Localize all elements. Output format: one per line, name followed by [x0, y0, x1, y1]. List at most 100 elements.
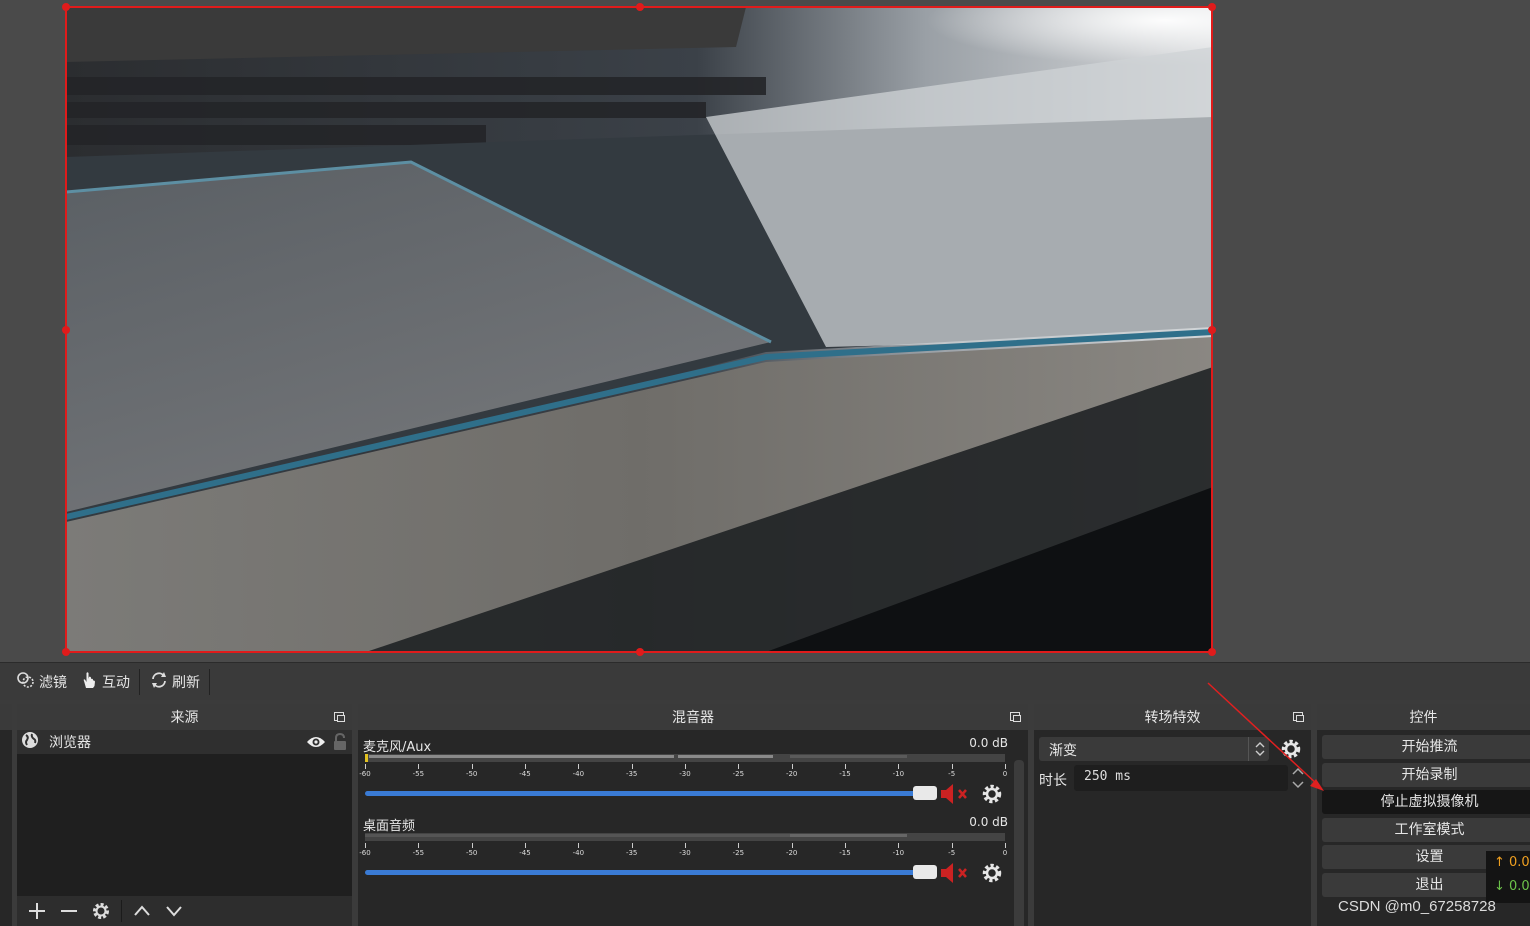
channel-settings-button[interactable]: [981, 862, 1003, 888]
scenes-dock-partial: [0, 704, 12, 926]
watermark-text: CSDN @m0_67258728: [1338, 898, 1496, 915]
gear-icon: [982, 863, 1002, 883]
scale-tick: [845, 843, 846, 848]
scale-tick-label: -30: [679, 849, 691, 857]
refresh-label: 刷新: [172, 674, 200, 691]
scale-tick-label: -40: [572, 849, 585, 857]
start-streaming-button[interactable]: 开始推流: [1322, 735, 1530, 759]
undock-icon[interactable]: [1010, 712, 1021, 722]
scale-tick: [951, 843, 953, 848]
scale-tick: [738, 843, 740, 848]
volume-slider-track[interactable]: [365, 870, 930, 875]
minus-icon: [61, 910, 77, 912]
mixer-channel-mic: 麦克风/Aux 0.0 dB -60 -55 -50 -45 -40 -35 -30 -25-…: [359, 736, 1008, 811]
studio-mode-button[interactable]: 工作室模式: [1322, 818, 1530, 842]
volume-slider-knob[interactable]: [913, 786, 937, 800]
controls-title: 控件: [1409, 710, 1438, 726]
meter-scale: -60 -55 -50 -45 -40 -35 -30 -25 -20 -15 -10 -5 0: [359, 764, 1008, 778]
preview-canvas[interactable]: [0, 0, 1530, 662]
transition-settings-button[interactable]: [1280, 738, 1302, 764]
eye-icon[interactable]: [306, 735, 326, 753]
scale-tick-label: -60: [359, 770, 371, 778]
source-item-browser[interactable]: 浏览器: [17, 730, 352, 754]
chevron-down-icon: [1292, 781, 1304, 789]
scale-tick: [791, 843, 793, 848]
add-source-button[interactable]: [25, 899, 49, 923]
filters-label: 滤镜: [39, 674, 67, 691]
stop-virtual-camera-button[interactable]: 停止虚拟摄像机: [1322, 790, 1530, 814]
undock-icon[interactable]: [334, 712, 345, 722]
lock-icon[interactable]: [332, 732, 348, 755]
sources-dock: 来源 浏览器: [17, 704, 352, 926]
mute-button[interactable]: [940, 862, 972, 888]
scale-tick-label: -50: [465, 770, 478, 778]
chevron-down-icon: [166, 906, 182, 917]
scale-tick-label: -15: [839, 770, 851, 778]
move-source-down-button[interactable]: [162, 899, 186, 923]
volume-slider-knob[interactable]: [913, 865, 937, 879]
filters-button[interactable]: 滤镜: [10, 667, 73, 697]
speaker-muted-icon: [941, 784, 967, 804]
gear-icon: [982, 784, 1002, 804]
scale-tick-label: -35: [625, 770, 638, 778]
scale-tick: [525, 843, 526, 848]
scale-tick: [578, 764, 580, 769]
scale-tick: [845, 764, 846, 769]
scale-tick-label: -35: [625, 849, 638, 857]
upload-rate: ↑ 0.0: [1494, 855, 1530, 870]
sources-list-empty-area[interactable]: [17, 754, 352, 896]
scale-tick-label: -5: [948, 849, 956, 857]
scale-tick: [365, 764, 366, 769]
mixer-title: 混音器: [672, 710, 714, 726]
mixer-dock-title: 混音器: [358, 704, 1028, 730]
refresh-button[interactable]: 刷新: [143, 667, 206, 697]
source-properties-button[interactable]: [89, 899, 113, 923]
scale-tick: [631, 764, 633, 769]
audio-mixer-dock: 混音器 麦克风/Aux 0.0 dB -60 -55 -50 -45 -40 -35 -30…: [358, 704, 1028, 926]
channel-level: 0.0 dB: [969, 736, 1008, 750]
scale-tick: [1005, 764, 1006, 769]
hand-pointer-icon: [79, 670, 99, 694]
select-arrows-icon[interactable]: [1248, 737, 1270, 761]
meter-scale: -60 -55 -50 -45 -40 -35 -30 -25 -20 -15 -10 -5 0: [359, 843, 1007, 857]
duration-decrease-button[interactable]: [1288, 778, 1308, 791]
mixer-scrollbar[interactable]: [1014, 760, 1024, 926]
scale-tick: [738, 764, 740, 769]
scale-tick: [791, 764, 793, 769]
move-source-up-button[interactable]: [130, 899, 154, 923]
scale-tick-label: -5: [948, 770, 956, 778]
source-toolbar: 滤镜 互动 刷新: [0, 662, 1530, 700]
interact-button[interactable]: 互动: [73, 667, 136, 697]
channel-settings-button[interactable]: [981, 783, 1003, 809]
duration-label: 时长: [1039, 773, 1067, 789]
start-recording-button[interactable]: 开始录制: [1322, 763, 1530, 787]
obs-window: 滤镜 互动 刷新 来源 浏览器 混音器 麦克风/Aux 0.0 dB -60 -…: [0, 0, 1530, 926]
toolbar-separator: [139, 668, 140, 695]
controls-dock-title: 控件: [1317, 704, 1530, 730]
transitions-title: 转场特效: [1144, 710, 1201, 726]
gear-icon: [93, 903, 109, 919]
scale-tick: [1005, 843, 1006, 848]
scale-tick-label: -15: [839, 849, 851, 857]
scale-tick: [685, 843, 686, 848]
scale-tick: [418, 843, 420, 848]
transition-select[interactable]: 渐变: [1039, 737, 1269, 761]
scenes-dock-title: [0, 704, 12, 730]
scale-tick-label: -10: [892, 770, 905, 778]
chevron-up-icon: [1292, 767, 1304, 775]
duration-input[interactable]: 250 ms: [1074, 765, 1288, 791]
sources-dock-title: 来源: [17, 704, 352, 730]
scale-tick: [525, 764, 526, 769]
volume-slider-track[interactable]: [365, 791, 930, 796]
gear-icon: [1281, 739, 1301, 759]
mute-button[interactable]: [940, 783, 972, 809]
undock-icon[interactable]: [1293, 712, 1304, 722]
scale-tick: [951, 764, 953, 769]
channel-name: 桌面音频: [363, 819, 416, 834]
scale-tick-label: 0: [1002, 770, 1008, 778]
channel-level: 0.0 dB: [969, 815, 1008, 829]
scale-tick-label: -20: [785, 849, 798, 857]
remove-source-button[interactable]: [57, 899, 81, 923]
scale-tick-label: -25: [732, 849, 745, 857]
duration-increase-button[interactable]: [1288, 765, 1308, 778]
